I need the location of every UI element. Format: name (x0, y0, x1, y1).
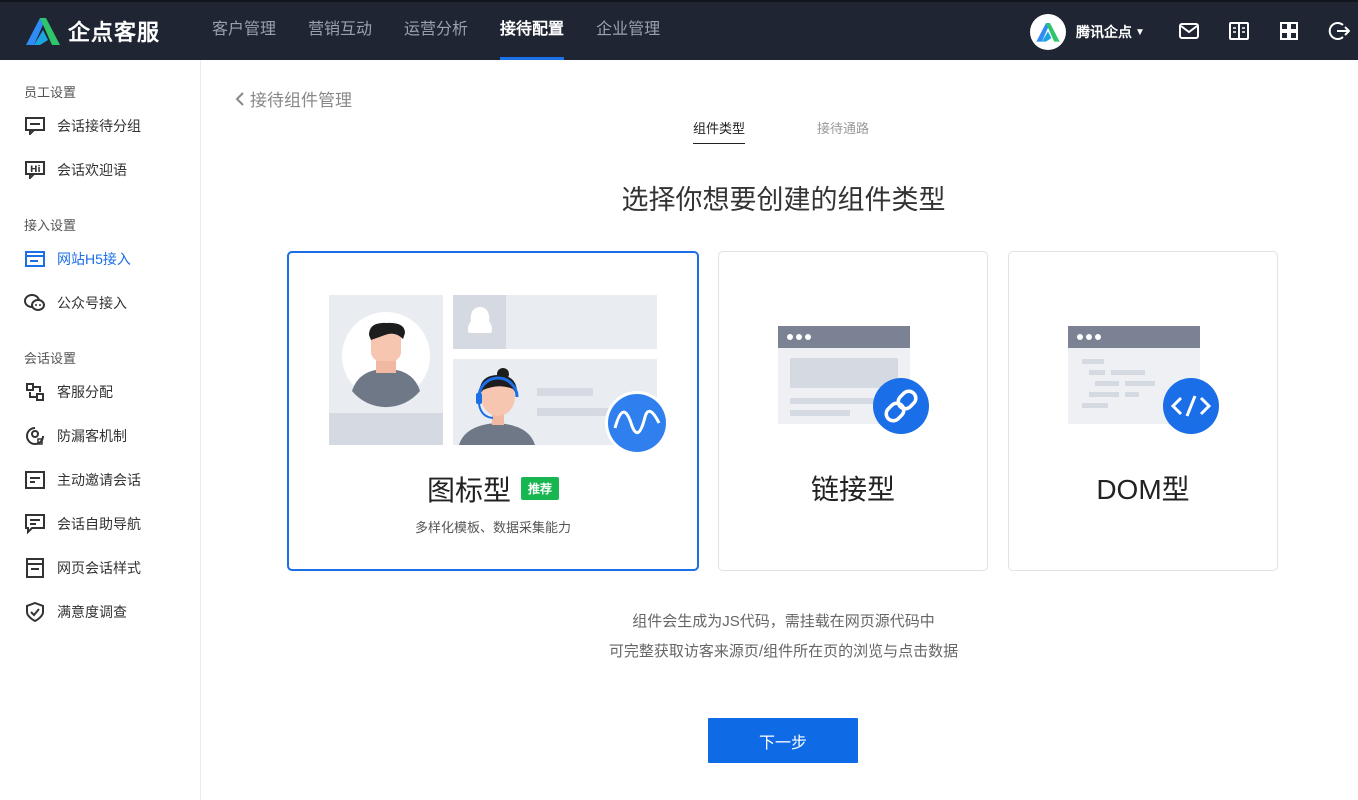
shield-check-icon (24, 601, 46, 623)
card-title-text: 图标型 (426, 475, 511, 506)
user-menu[interactable]: 腾讯企点 ▼ (1030, 14, 1145, 50)
sidebar-item-session-groups[interactable]: 会话接待分组 (24, 114, 184, 138)
book-icon[interactable] (1228, 20, 1250, 42)
tab-reception-channel[interactable]: 接待通路 (817, 118, 869, 144)
svg-text:Hi: Hi (30, 165, 41, 175)
nav-item-reception-config[interactable]: 接待配置 (484, 2, 580, 60)
user-name: 腾讯企点 (1076, 24, 1132, 40)
company-logo-icon (1036, 23, 1060, 42)
card-icon-type-title: 图标型 推荐 (289, 469, 697, 509)
nav-item-marketing[interactable]: 营销互动 (292, 2, 388, 60)
sidebar-item-wechat-access[interactable]: 公众号接入 (24, 291, 184, 315)
caret-down-icon: ▼ (1135, 26, 1145, 38)
sidebar-item-satisfaction[interactable]: 满意度调查 (24, 600, 184, 624)
sidebar-item-label: 网站H5接入 (57, 251, 131, 267)
top-navigation-bar: 企点客服 客户管理 营销互动 运营分析 接待配置 企业管理 腾讯企点 ▼ (0, 0, 1358, 60)
sidebar-item-label: 会话自助导航 (57, 516, 141, 532)
back-link[interactable]: 接待组件管理 (234, 86, 352, 111)
brand-name: 企点客服 (68, 20, 161, 45)
sidebar-item-label: 网页会话样式 (57, 560, 141, 576)
nav-item-customer[interactable]: 客户管理 (196, 2, 292, 60)
hi-message-icon: Hi (24, 159, 46, 181)
sidebar-item-label: 公众号接入 (57, 295, 127, 311)
brand[interactable]: 企点客服 (24, 14, 160, 48)
card-link-type[interactable]: 链接型 (718, 251, 988, 571)
sidebar-item-welcome[interactable]: Hi 会话欢迎语 (24, 158, 184, 182)
chevron-left-icon (235, 91, 244, 106)
sidebar-group-staff: 员工设置 (24, 85, 77, 100)
qidian-logo-icon (26, 18, 60, 45)
user-shield-icon (24, 425, 46, 447)
sidebar-item-agent-assign[interactable]: 客服分配 (24, 380, 184, 404)
apps-grid-icon[interactable] (1278, 20, 1300, 42)
next-step-button[interactable]: 下一步 (708, 718, 858, 763)
webpage-icon (24, 248, 46, 270)
assign-icon (24, 381, 46, 403)
sidebar-item-self-nav[interactable]: 会话自助导航 (24, 512, 184, 536)
sidebar-item-label: 客服分配 (57, 384, 113, 400)
link-type-illustration-icon (778, 326, 929, 434)
message-list-icon (24, 513, 46, 535)
avatar (1030, 14, 1066, 50)
back-link-label: 接待组件管理 (250, 91, 352, 110)
sidebar-group-session: 会话设置 (24, 351, 77, 366)
chat-icon (24, 115, 46, 137)
nav-item-analytics[interactable]: 运营分析 (388, 2, 484, 60)
sidebar-item-label: 满意度调查 (57, 604, 127, 620)
card-link-type-title: 链接型 (810, 474, 895, 505)
card-dom-type[interactable]: DOM型 (1008, 251, 1278, 571)
sidebar-item-label: 防漏客机制 (57, 428, 127, 444)
note-line-2: 可完整获取访客来源页/组件所在页的浏览与点击数据 (608, 643, 959, 660)
dom-type-illustration-icon (1068, 326, 1219, 434)
main-nav: 客户管理 营销互动 运营分析 接待配置 企业管理 (196, 2, 676, 60)
note-line-1: 组件会生成为JS代码，需挂载在网页源代码中 (632, 613, 935, 630)
page-heading: 选择你想要创建的组件类型 (621, 185, 946, 215)
invite-form-icon (24, 469, 46, 491)
sidebar-item-invite[interactable]: 主动邀请会话 (24, 468, 184, 492)
card-icon-type[interactable]: 图标型 推荐 多样化模板、数据采集能力 (287, 251, 699, 571)
icon-type-illustration-icon (329, 295, 669, 455)
sidebar-item-anti-loss[interactable]: 防漏客机制 (24, 424, 184, 448)
sidebar: 员工设置 会话接待分组 Hi 会话欢迎语 接入设置 网站H5接入 公众号接入 会… (0, 60, 201, 800)
window-style-icon (24, 557, 46, 579)
nav-item-enterprise[interactable]: 企业管理 (580, 2, 676, 60)
card-dom-type-title: DOM型 (1096, 474, 1190, 505)
recommend-badge: 推荐 (521, 477, 560, 501)
sidebar-item-chat-style[interactable]: 网页会话样式 (24, 556, 184, 580)
mail-icon[interactable] (1178, 20, 1200, 42)
wechat-icon (24, 292, 46, 314)
sidebar-item-label: 会话欢迎语 (57, 162, 127, 178)
sidebar-item-label: 会话接待分组 (57, 118, 141, 134)
sidebar-item-h5-access[interactable]: 网站H5接入 (24, 247, 184, 271)
card-icon-type-desc: 多样化模板、数据采集能力 (414, 520, 571, 535)
logout-icon[interactable] (1328, 20, 1350, 42)
tab-component-type[interactable]: 组件类型 (693, 118, 746, 144)
sidebar-group-access: 接入设置 (24, 218, 77, 233)
sidebar-item-label: 主动邀请会话 (57, 472, 141, 488)
